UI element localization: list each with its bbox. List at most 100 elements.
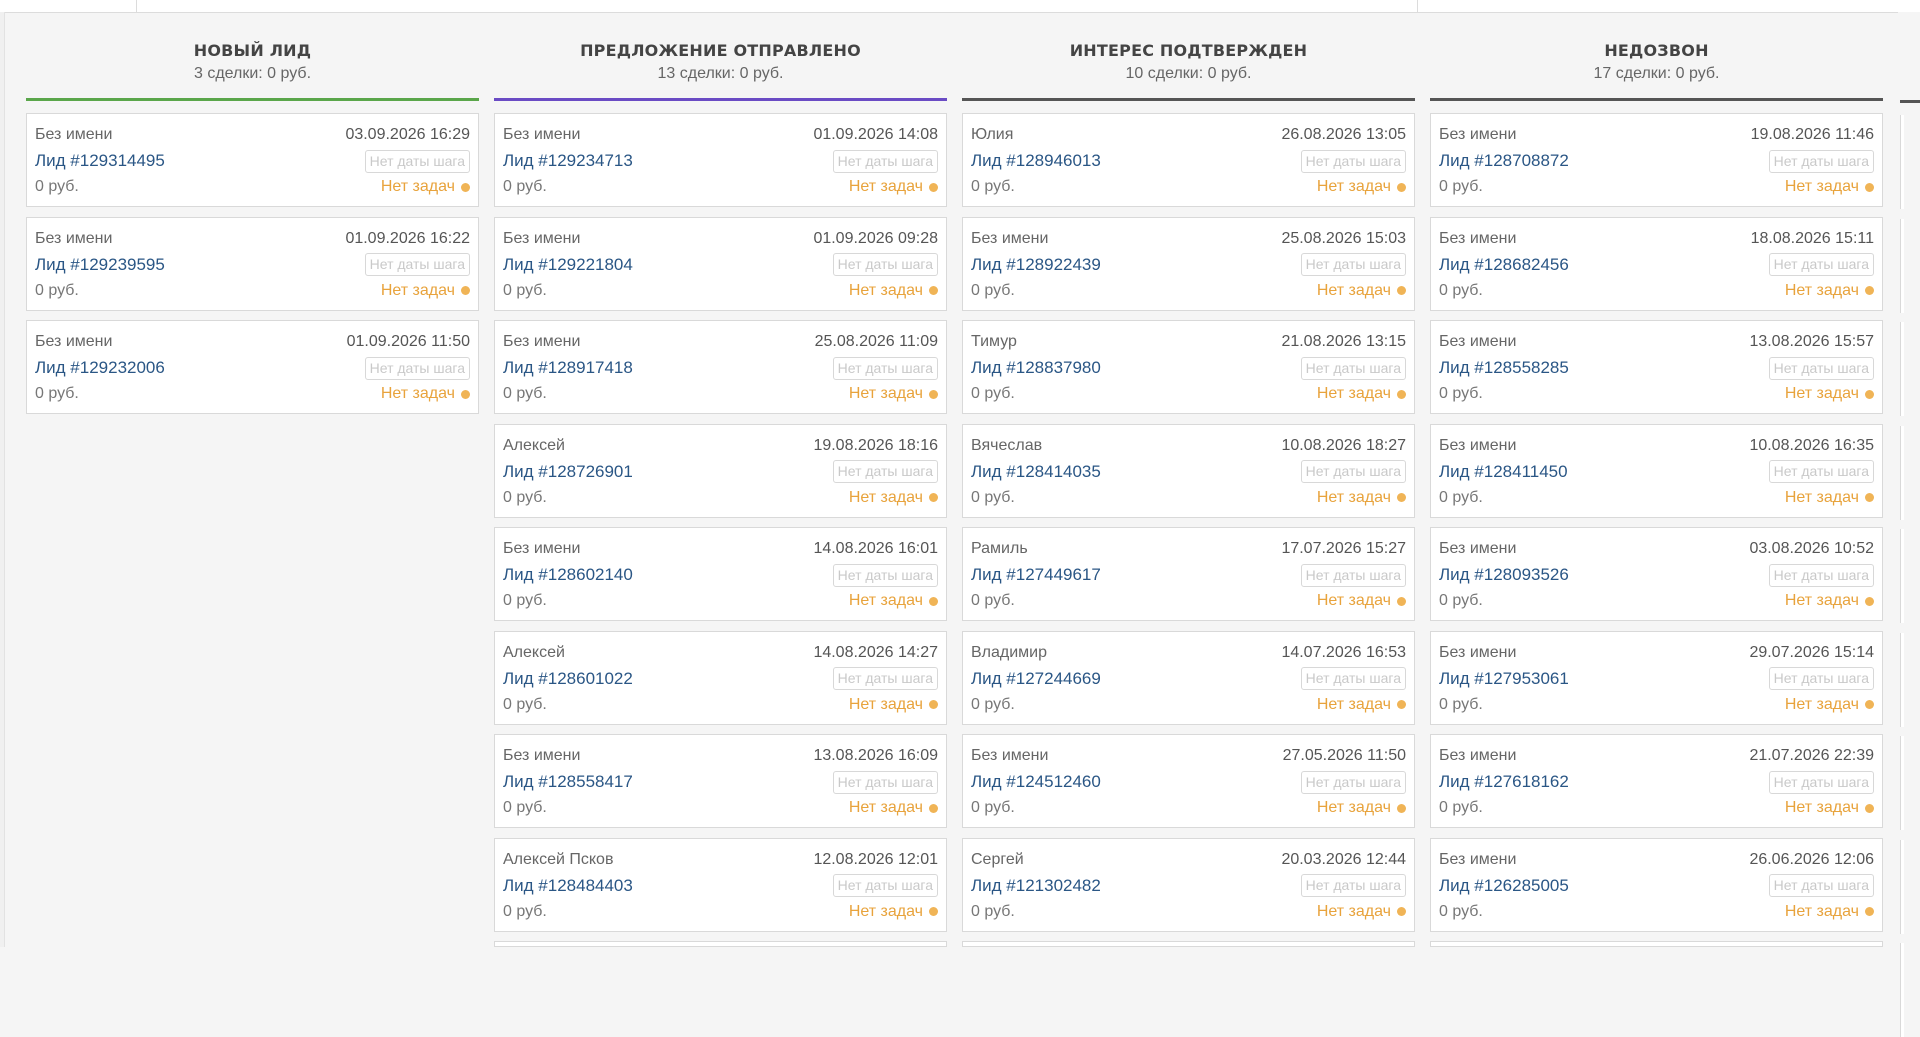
tasks-status[interactable]: Нет задач [1317, 385, 1406, 403]
lead-link[interactable]: Лид #128922439 [971, 255, 1101, 275]
tasks-status[interactable]: Нет задач [381, 178, 470, 196]
lead-card[interactable]: Без имени 27.05.2026 11:50 Лид #12451246… [962, 734, 1415, 828]
lead-link[interactable]: Лид #128411450 [1439, 462, 1568, 482]
lead-card[interactable]: Без имени 25.08.2026 11:09 Лид #12891741… [494, 320, 947, 414]
tasks-status[interactable]: Нет задач [1785, 385, 1874, 403]
lead-link[interactable]: Лид #128601022 [503, 669, 633, 689]
step-date-placeholder[interactable]: Нет даты шага [1768, 253, 1874, 276]
tasks-status[interactable]: Нет задач [849, 385, 938, 403]
tasks-status[interactable]: Нет задач [1317, 592, 1406, 610]
lead-card-partial[interactable] [1900, 425, 1904, 520]
step-date-placeholder[interactable]: Нет даты шага [832, 149, 938, 173]
step-date-placeholder[interactable]: Нет даты шага [1768, 770, 1874, 794]
lead-card[interactable]: Сергей 20.03.2026 12:44 Лид #121302482 Н… [962, 837, 1415, 932]
lead-link[interactable]: Лид #129232006 [35, 358, 165, 378]
tasks-status[interactable]: Нет задач [1785, 592, 1874, 610]
step-date-placeholder[interactable]: Нет даты шага [832, 460, 938, 483]
lead-link[interactable]: Лид #129239595 [35, 255, 165, 275]
step-date-placeholder[interactable]: Нет даты шага [1300, 667, 1406, 690]
step-date-placeholder[interactable]: Нет даты шага [1768, 563, 1874, 587]
tasks-status[interactable]: Нет задач [849, 799, 938, 817]
lead-link[interactable]: Лид #128093526 [1439, 565, 1569, 585]
lead-card-partial[interactable] [1900, 529, 1904, 623]
lead-link[interactable]: Лид #129234713 [503, 151, 633, 171]
lead-link[interactable]: Лид #128602140 [503, 565, 633, 585]
tasks-status[interactable]: Нет задач [849, 489, 938, 507]
tasks-status[interactable]: Нет задач [1317, 178, 1406, 196]
lead-link[interactable]: Лид #128558285 [1439, 358, 1569, 378]
tasks-status[interactable]: Нет задач [1785, 282, 1874, 300]
step-date-placeholder[interactable]: Нет даты шага [1300, 874, 1406, 897]
lead-card-partial[interactable] [1900, 943, 1904, 1037]
tasks-status[interactable]: Нет задач [381, 282, 470, 300]
tasks-status[interactable]: Нет задач [381, 385, 470, 403]
lead-card[interactable]: Без имени 25.08.2026 15:03 Лид #12892243… [962, 216, 1415, 311]
lead-card[interactable]: Алексей 19.08.2026 18:16 Лид #128726901 … [494, 423, 947, 518]
lead-card[interactable]: Владимир 14.07.2026 16:53 Лид #127244669… [962, 630, 1415, 725]
lead-card[interactable]: Без имени 01.09.2026 14:08 Лид #12923471… [494, 113, 947, 207]
lead-card[interactable]: Без имени 13.08.2026 16:09 Лид #12855841… [494, 734, 947, 828]
step-date-placeholder[interactable]: Нет даты шага [1300, 460, 1406, 483]
tasks-status[interactable]: Нет задач [849, 178, 938, 196]
lead-card-partial[interactable] [1900, 218, 1904, 313]
step-date-placeholder[interactable]: Нет даты шага [1300, 356, 1406, 380]
lead-link[interactable]: Лид #127244669 [971, 669, 1101, 689]
lead-card[interactable]: Юлия 26.08.2026 13:05 Лид #128946013 Нет… [962, 113, 1415, 207]
tasks-status[interactable]: Нет задач [1317, 282, 1406, 300]
lead-link[interactable]: Лид #124512460 [971, 772, 1101, 792]
step-date-placeholder[interactable]: Нет даты шага [1768, 460, 1874, 483]
tasks-status[interactable]: Нет задач [1785, 903, 1874, 921]
step-date-placeholder[interactable]: Нет даты шага [1768, 356, 1874, 380]
lead-link[interactable]: Лид #128414035 [971, 462, 1101, 482]
tasks-status[interactable]: Нет задач [1785, 489, 1874, 507]
step-date-placeholder[interactable]: Нет даты шага [832, 770, 938, 794]
lead-card-partial[interactable] [1900, 115, 1904, 209]
lead-card[interactable]: Без имени 13.08.2026 15:57 Лид #12855828… [1430, 320, 1883, 414]
step-date-placeholder[interactable]: Нет даты шага [832, 253, 938, 276]
lead-link[interactable]: Лид #129314495 [35, 151, 165, 171]
lead-link[interactable]: Лид #129221804 [503, 255, 633, 275]
step-date-placeholder[interactable]: Нет даты шага [832, 874, 938, 897]
tasks-status[interactable]: Нет задач [1317, 799, 1406, 817]
lead-card[interactable]: Без имени 01.09.2026 11:50 Лид #12923200… [26, 320, 479, 414]
lead-card-partial[interactable] [1430, 941, 1883, 947]
lead-card[interactable]: Без имени 26.06.2026 12:06 Лид #12628500… [1430, 837, 1883, 932]
lead-card[interactable]: Без имени 21.07.2026 22:39 Лид #12761816… [1430, 734, 1883, 828]
lead-card[interactable]: Без имени 01.09.2026 09:28 Лид #12922180… [494, 216, 947, 311]
tasks-status[interactable]: Нет задач [1317, 696, 1406, 714]
tasks-status[interactable]: Нет задач [849, 282, 938, 300]
lead-link[interactable]: Лид #127953061 [1439, 669, 1569, 689]
tasks-status[interactable]: Нет задач [849, 592, 938, 610]
lead-link[interactable]: Лид #128558417 [503, 772, 633, 792]
lead-link[interactable]: Лид #128682456 [1439, 255, 1569, 275]
step-date-placeholder[interactable]: Нет даты шага [1300, 253, 1406, 276]
lead-card[interactable]: Без имени 19.08.2026 11:46 Лид #12870887… [1430, 113, 1883, 207]
lead-card[interactable]: Без имени 03.08.2026 10:52 Лид #12809352… [1430, 527, 1883, 621]
step-date-placeholder[interactable]: Нет даты шага [1300, 563, 1406, 587]
lead-card[interactable]: Алексей Псков 12.08.2026 12:01 Лид #1284… [494, 837, 947, 932]
step-date-placeholder[interactable]: Нет даты шага [364, 149, 470, 173]
lead-link[interactable]: Лид #127449617 [971, 565, 1101, 585]
lead-card[interactable]: Вячеслав 10.08.2026 18:27 Лид #128414035… [962, 423, 1415, 518]
lead-card[interactable]: Алексей 14.08.2026 14:27 Лид #128601022 … [494, 630, 947, 725]
lead-card-partial[interactable] [962, 941, 1415, 947]
step-date-placeholder[interactable]: Нет даты шага [364, 356, 470, 380]
lead-card[interactable]: Без имени 14.08.2026 16:01 Лид #12860214… [494, 527, 947, 621]
tasks-status[interactable]: Нет задач [849, 696, 938, 714]
step-date-placeholder[interactable]: Нет даты шага [832, 356, 938, 380]
lead-link[interactable]: Лид #128837980 [971, 358, 1101, 378]
tasks-status[interactable]: Нет задач [849, 903, 938, 921]
lead-link[interactable]: Лид #128708872 [1439, 151, 1569, 171]
lead-link[interactable]: Лид #127618162 [1439, 772, 1569, 792]
lead-card[interactable]: Без имени 29.07.2026 15:14 Лид #12795306… [1430, 630, 1883, 725]
lead-card-partial[interactable] [1900, 322, 1904, 416]
step-date-placeholder[interactable]: Нет даты шага [1300, 149, 1406, 173]
lead-card[interactable]: Без имени 01.09.2026 16:22 Лид #12923959… [26, 216, 479, 311]
tasks-status[interactable]: Нет задач [1317, 489, 1406, 507]
lead-card-partial[interactable] [1900, 736, 1904, 830]
step-date-placeholder[interactable]: Нет даты шага [364, 253, 470, 276]
step-date-placeholder[interactable]: Нет даты шага [1300, 770, 1406, 794]
tasks-status[interactable]: Нет задач [1785, 696, 1874, 714]
lead-link[interactable]: Лид #128917418 [503, 358, 633, 378]
lead-card[interactable]: Тимур 21.08.2026 13:15 Лид #128837980 Не… [962, 320, 1415, 414]
